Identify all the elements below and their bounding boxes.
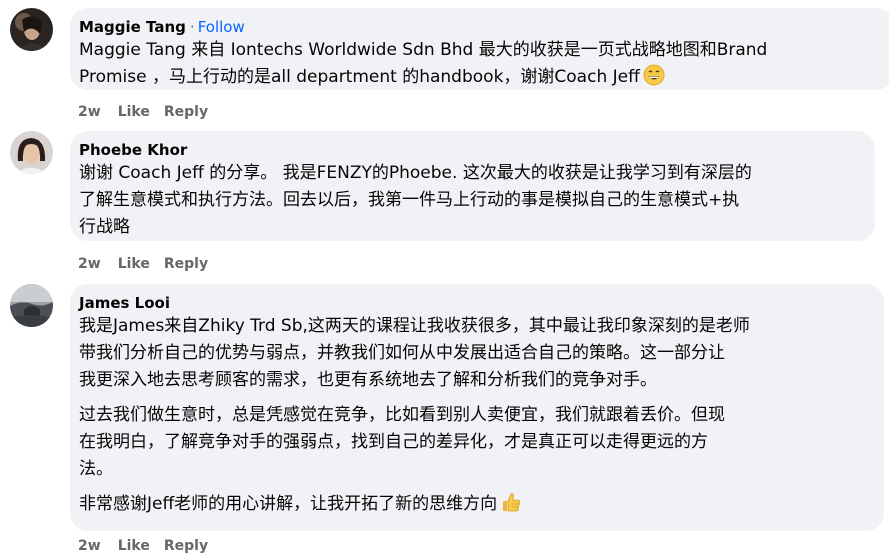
reply-button[interactable]: Reply [164,256,208,272]
reply-button[interactable]: Reply [164,104,208,120]
like-button[interactable]: Like [118,538,150,554]
comment-actions: 2w Like Reply [78,537,222,555]
comment-line: Promise ，马上行动的是all department 的handbook，… [79,67,640,87]
author-name[interactable]: Phoebe Khor [79,141,187,159]
comment-paragraph: 非常感谢Jeff老师的用心讲解，让我开拓了新的思维方向 [79,491,868,522]
reply-button[interactable]: Reply [164,538,208,554]
comment-line: 了解生意模式和执行方法。回去以后，我第一件马上行动的事是模拟自己的生意模式+执 [79,190,740,210]
like-button[interactable]: Like [118,104,150,120]
comment-actions: 2w Like Reply [78,255,222,273]
comment-line: 带我们分析自己的优势与弱点，并教我们如何从中发展出适合自己的策略。这一部分让 [79,343,725,363]
comment-text: 我是James来自Zhiky Trd Sb,这两天的课程让我收获很多，其中最让我… [79,313,868,522]
avatar[interactable] [10,131,53,174]
comment-line: 我更深入地去思考顾客的需求，也更有系统地去了解和分析我们的竞争对手。 [79,370,657,390]
author-name[interactable]: James Looi [79,294,170,312]
comment-line: 我是James来自Zhiky Trd Sb,这两天的课程让我收获很多，其中最让我… [79,316,750,336]
like-button[interactable]: Like [118,256,150,272]
separator-dot: · [189,18,195,36]
comment-bubble: Phoebe Khor 谢谢 Coach Jeff 的分享。 我是FENZY的P… [70,131,875,241]
timestamp[interactable]: 2w [78,104,101,120]
follow-button[interactable]: Follow [198,18,245,36]
comment-paragraph: 过去我们做生意时，总是凭感觉在竞争，比如看到别人卖便宜，我们就跟着丢价。但现 在… [79,402,868,483]
timestamp[interactable]: 2w [78,538,101,554]
comment-line: 行战略 [79,217,130,237]
timestamp[interactable]: 2w [78,256,101,272]
comment-bubble: Maggie Tang · Follow Maggie Tang 来自 Iontec… [70,8,889,90]
comment-bubble: James Looi 我是James来自Zhiky Trd Sb,这两天的课程让… [70,284,884,531]
author-line: Maggie Tang · Follow [79,17,878,37]
comment-line: 法。 [79,459,113,479]
avatar[interactable] [10,284,53,327]
thumbs-up-emoji-icon [500,491,522,522]
author-name[interactable]: Maggie Tang [79,18,186,36]
comment-text: 谢谢 Coach Jeff 的分享。 我是FENZY的Phoebe. 这次最大的… [79,160,859,241]
comment-line: 过去我们做生意时，总是凭感觉在竞争，比如看到别人卖便宜，我们就跟着丢价。但现 [79,405,725,425]
comment-line: 谢谢 Coach Jeff 的分享。 我是FENZY的Phoebe. 这次最大的… [79,163,752,183]
grinning-face-emoji-icon [643,64,665,95]
comment-paragraph: 我是James来自Zhiky Trd Sb,这两天的课程让我收获很多，其中最让我… [79,313,868,394]
comment-text: Maggie Tang 来自 Iontechs Worldwide Sdn Bh… [79,37,878,95]
comment-line: 非常感谢Jeff老师的用心讲解，让我开拓了新的思维方向 [79,494,498,514]
comment-line: 在我明白，了解竞争对手的强弱点，找到自己的差异化，才是真正可以走得更远的方 [79,432,708,452]
avatar[interactable] [10,8,53,51]
author-line: James Looi [79,293,868,313]
author-line: Phoebe Khor [79,140,859,160]
comment-actions: 2w Like Reply [78,103,222,121]
comment-line: Maggie Tang 来自 Iontechs Worldwide Sdn Bh… [79,40,768,60]
